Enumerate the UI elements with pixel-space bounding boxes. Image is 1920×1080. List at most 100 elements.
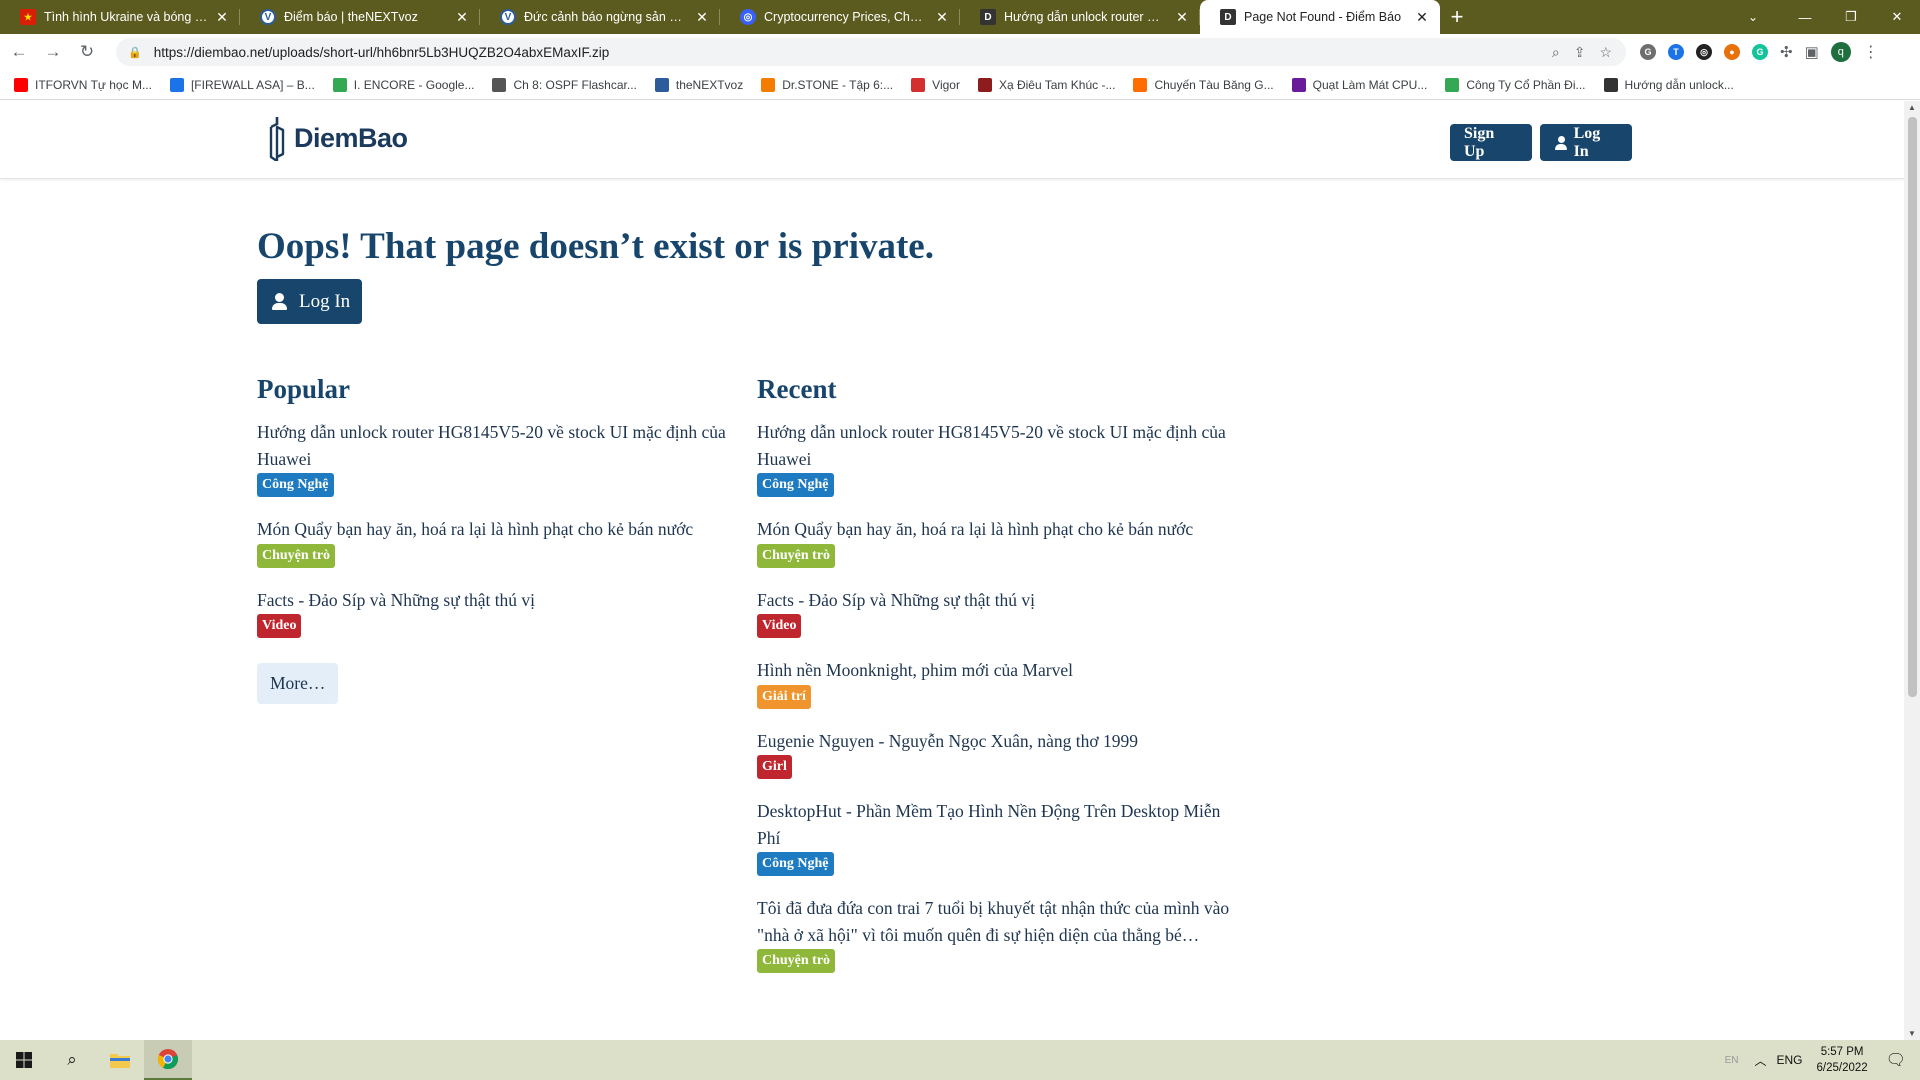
popular-list: Hướng dẫn unlock router HG8145V5-20 về s…	[257, 419, 747, 638]
clock[interactable]: 5:57 PM 6/25/2022	[1817, 1044, 1868, 1076]
grammarly-icon[interactable]: G	[1752, 44, 1768, 60]
url-text[interactable]: https://diembao.net/uploads/short-url/hh…	[154, 45, 1552, 60]
back-button[interactable]: ←	[4, 37, 34, 67]
category-badge[interactable]: Girl	[757, 755, 792, 779]
category-badge[interactable]: Công Nghệ	[757, 852, 834, 876]
close-window-button[interactable]: ✕	[1874, 0, 1920, 34]
language-indicator[interactable]: ENG	[1777, 1053, 1803, 1067]
bookmark-favicon-icon	[332, 77, 347, 92]
extension-1-icon[interactable]: G	[1640, 44, 1656, 60]
more-button[interactable]: More…	[257, 663, 339, 704]
extensions-puzzle-icon[interactable]: ✣	[1780, 43, 1793, 61]
category-badge[interactable]: Chuyện trò	[257, 543, 336, 568]
post-title-link[interactable]: Món Quẩy bạn hay ăn, hoá ra lại là hình …	[257, 516, 747, 543]
scroll-up-arrow-icon[interactable]: ▲	[1908, 103, 1916, 112]
post-title-link[interactable]: Hình nền Moonknight, phim mới của Marvel	[757, 657, 1247, 684]
show-hidden-icons-icon[interactable]: ︿	[1754, 1052, 1766, 1069]
bookmark-item[interactable]: Dr.STONE - Tập 6:...	[761, 77, 894, 92]
category-badge[interactable]: Video	[757, 614, 802, 638]
tab-close-icon[interactable]: ✕	[934, 9, 950, 26]
tab-close-icon[interactable]: ✕	[214, 9, 230, 26]
bookmark-favicon-icon	[1445, 77, 1460, 92]
post-title-link[interactable]: Món Quẩy bạn hay ăn, hoá ra lại là hình …	[757, 516, 1247, 543]
bookmark-item[interactable]: Công Ty Cổ Phần Đi...	[1445, 77, 1586, 92]
category-badge[interactable]: Chuyện trò	[757, 949, 836, 973]
bookmark-favicon-icon	[977, 77, 992, 92]
search-icon[interactable]: ⌕	[48, 1040, 96, 1080]
user-icon	[271, 293, 288, 310]
tab-search-icon[interactable]: ⌄	[1736, 0, 1770, 34]
bookmark-label: Hướng dẫn unlock...	[1624, 77, 1734, 92]
header-log-in-button[interactable]: Log In	[1540, 124, 1632, 161]
new-tab-button[interactable]: +	[1440, 0, 1474, 34]
bookmark-item[interactable]: Quạt Làm Mát CPU...	[1291, 77, 1427, 92]
post-title-link[interactable]: Tôi đã đưa đứa con trai 7 tuổi bị khuyết…	[757, 895, 1247, 948]
bookmark-item[interactable]: Xạ Điêu Tam Khúc -...	[977, 77, 1116, 92]
tab-close-icon[interactable]: ✕	[1414, 9, 1430, 26]
side-panel-icon[interactable]: ▣	[1805, 43, 1819, 61]
notifications-icon[interactable]: 🗨	[1886, 1050, 1906, 1070]
browser-tab[interactable]: V Điểm báo | theNEXTvoz ✕	[240, 0, 480, 34]
browser-tab[interactable]: D Page Not Found - Điểm Báo ✕	[1200, 0, 1440, 34]
category-badge[interactable]: Video	[257, 614, 302, 638]
address-bar[interactable]: 🔒 https://diembao.net/uploads/short-url/…	[116, 38, 1626, 66]
start-button[interactable]	[0, 1040, 48, 1080]
browser-tab[interactable]: V Đức cảnh báo ngừng sản xuất to ✕	[480, 0, 720, 34]
extension-4-icon[interactable]: ●	[1724, 44, 1740, 60]
bookmark-label: Công Ty Cổ Phần Đi...	[1466, 77, 1586, 92]
log-in-button[interactable]: Log In	[257, 279, 362, 324]
category-badge[interactable]: Công Nghệ	[257, 473, 334, 497]
recent-heading: Recent	[757, 374, 837, 404]
translate-extension-icon[interactable]: T	[1668, 44, 1684, 60]
post-title-link[interactable]: Hướng dẫn unlock router HG8145V5-20 về s…	[757, 419, 1247, 472]
share-icon[interactable]: ⇪	[1574, 44, 1586, 61]
menu-kebab-icon[interactable]: ⋮	[1863, 42, 1879, 62]
category-badge[interactable]: Công Nghệ	[757, 473, 834, 497]
browser-tab[interactable]: ★ Tình hình Ukraine và bóng ma cũ ✕	[0, 0, 240, 34]
reload-button[interactable]: ↻	[72, 37, 102, 67]
forward-button[interactable]: →	[38, 37, 68, 67]
post-title-link[interactable]: Facts - Đảo Síp và Những sự thật thú vị	[757, 587, 1247, 614]
scroll-down-arrow-icon[interactable]: ▼	[1908, 1029, 1916, 1038]
post-title-link[interactable]: Eugenie Nguyen - Nguyễn Ngọc Xuân, nàng …	[757, 728, 1247, 755]
browser-tab[interactable]: D Hướng dẫn unlock router HG814 ✕	[960, 0, 1200, 34]
extension-3-icon[interactable]: ◎	[1696, 44, 1712, 60]
zoom-icon[interactable]: ⌕	[1552, 44, 1560, 61]
tab-title: Page Not Found - Điểm Báo	[1244, 10, 1402, 24]
clock-date: 6/25/2022	[1816, 1062, 1868, 1074]
bookmark-item[interactable]: [FIREWALL ASA] – B...	[169, 77, 315, 92]
bookmark-item[interactable]: ITFORVN Tự học M...	[14, 77, 152, 92]
category-badge[interactable]: Chuyện trò	[757, 543, 836, 568]
category-badge[interactable]: Giải trí	[757, 684, 811, 709]
page-scrollbar[interactable]: ▲ ▼	[1904, 101, 1920, 1040]
bookmark-label: Dr.STONE - Tập 6:...	[782, 77, 894, 92]
bookmark-label: I. ENCORE - Google...	[353, 77, 475, 92]
bookmark-favicon-icon	[761, 77, 776, 92]
tab-close-icon[interactable]: ✕	[694, 9, 710, 26]
browser-tab[interactable]: ◎ Cryptocurrency Prices, Charts An ✕	[720, 0, 960, 34]
bookmark-item[interactable]: theNEXTvoz	[654, 77, 743, 92]
scrollbar-thumb[interactable]	[1908, 117, 1917, 697]
post-title-link[interactable]: Facts - Đảo Síp và Những sự thật thú vị	[257, 587, 747, 614]
file-explorer-icon[interactable]	[96, 1040, 144, 1080]
tab-close-icon[interactable]: ✕	[454, 9, 470, 26]
bookmark-item[interactable]: I. ENCORE - Google...	[332, 77, 475, 92]
ime-indicator[interactable]: EN	[1725, 1055, 1739, 1066]
tab-close-icon[interactable]: ✕	[1174, 9, 1190, 26]
bookmark-favicon-icon	[1603, 77, 1618, 92]
sign-up-button[interactable]: Sign Up	[1450, 124, 1532, 161]
restore-button[interactable]: ❐	[1828, 0, 1874, 34]
bookmark-item[interactable]: Hướng dẫn unlock...	[1603, 77, 1734, 92]
bookmark-label: Xạ Điêu Tam Khúc -...	[998, 77, 1116, 92]
chrome-taskbar-icon[interactable]	[144, 1040, 192, 1080]
bookmark-item[interactable]: Chuyến Tàu Băng G...	[1133, 77, 1274, 92]
bookmark-item[interactable]: Vigor	[911, 77, 960, 92]
lock-icon[interactable]: 🔒	[128, 46, 142, 59]
profile-avatar[interactable]: q	[1830, 42, 1851, 62]
minimize-button[interactable]: —	[1782, 0, 1828, 34]
site-logo[interactable]: DiemBao	[268, 115, 408, 161]
post-title-link[interactable]: DesktopHut - Phần Mềm Tạo Hình Nền Động …	[757, 798, 1247, 851]
bookmark-star-icon[interactable]: ☆	[1599, 44, 1612, 61]
bookmark-item[interactable]: Ch 8: OSPF Flashcar...	[492, 77, 637, 92]
post-title-link[interactable]: Hướng dẫn unlock router HG8145V5-20 về s…	[257, 419, 747, 472]
